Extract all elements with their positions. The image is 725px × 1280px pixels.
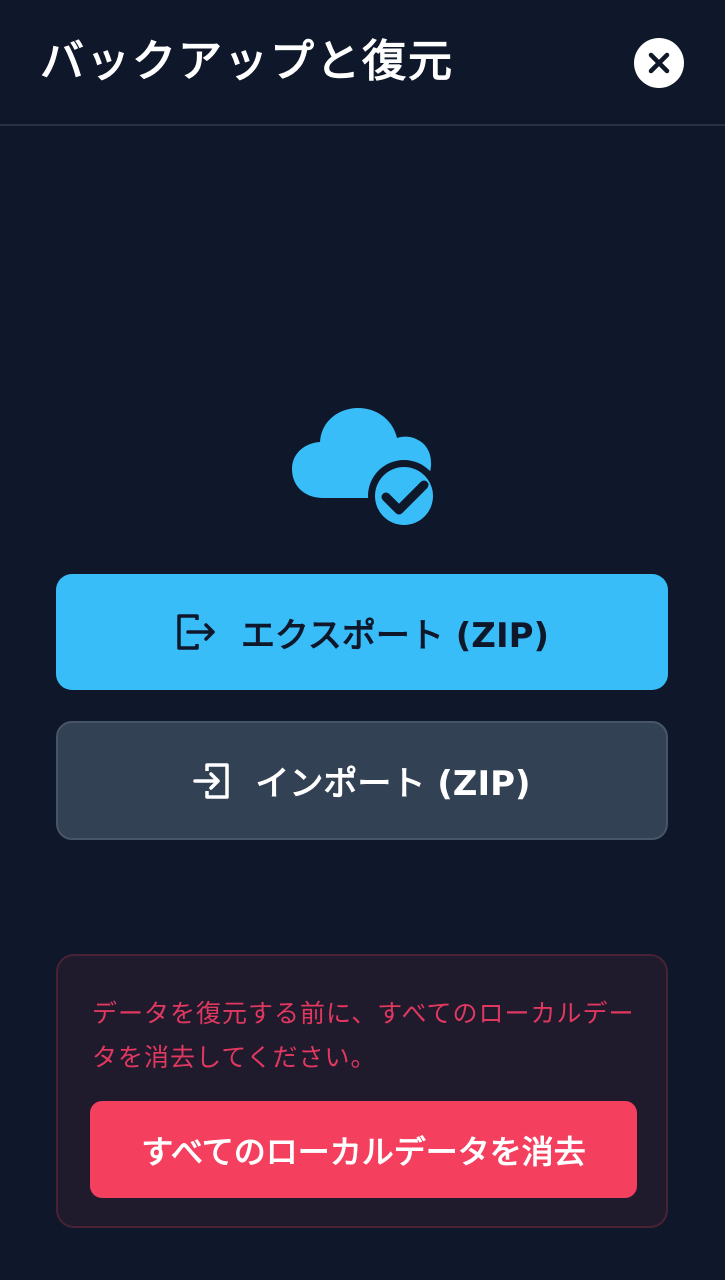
warning-text: データを復元する前に、すべてのローカルデータを消去してください。 xyxy=(92,999,635,1072)
close-button[interactable] xyxy=(634,38,684,88)
export-icon xyxy=(175,614,219,650)
import-icon xyxy=(193,762,233,799)
clear-local-data-button[interactable]: すべてのローカルデータを消去 xyxy=(90,1101,637,1198)
export-button[interactable]: エクスポート (ZIP) xyxy=(56,574,668,690)
page-title: バックアップと復元 xyxy=(40,36,454,87)
import-label: インポート (ZIP) xyxy=(255,764,531,804)
cloud-done-icon xyxy=(290,400,440,532)
import-button[interactable]: インポート (ZIP) xyxy=(56,721,668,840)
close-icon xyxy=(646,50,672,76)
backup-restore-screen: バックアップと復元 エクスポート (ZIP) インポート (ZIP) データを復… xyxy=(0,0,725,1280)
export-label: エクスポート (ZIP) xyxy=(240,615,550,656)
header: バックアップと復元 xyxy=(0,0,725,126)
danger-zone: データを復元する前に、すべてのローカルデータを消去してください。 すべてのローカ… xyxy=(56,954,668,1228)
